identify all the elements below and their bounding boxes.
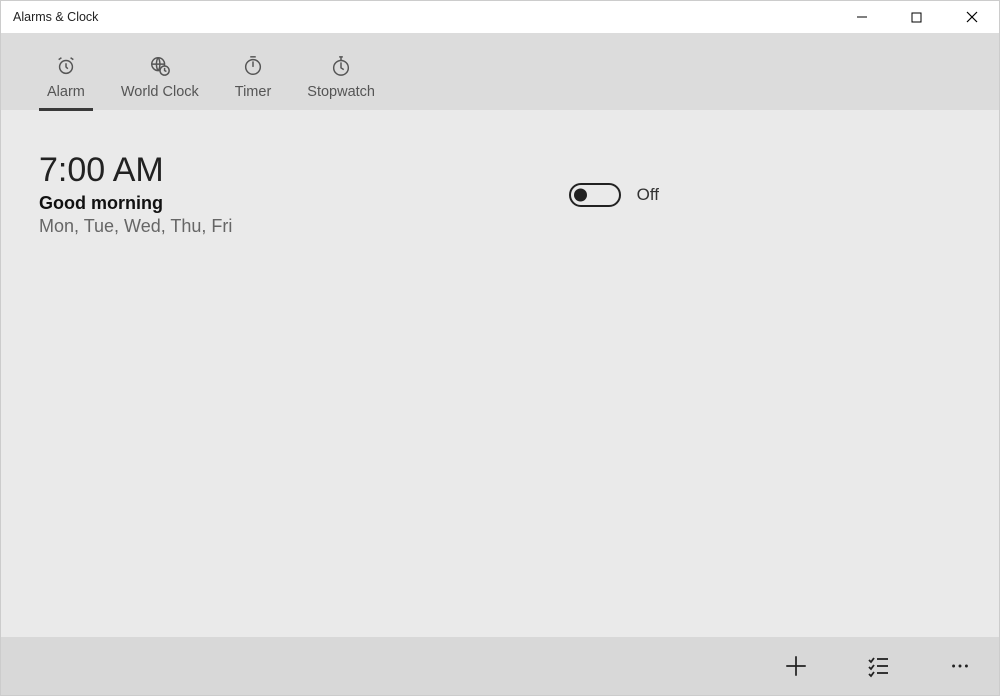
command-bar bbox=[1, 637, 999, 695]
minimize-icon bbox=[856, 11, 868, 23]
alarm-days: Mon, Tue, Wed, Thu, Fri bbox=[39, 216, 232, 237]
stopwatch-icon bbox=[330, 53, 352, 79]
alarm-toggle[interactable] bbox=[569, 183, 621, 207]
plus-icon bbox=[783, 653, 809, 679]
titlebar: Alarms & Clock bbox=[1, 1, 999, 33]
tabbar: Alarm World Clock Timer Stopwatch bbox=[1, 33, 999, 110]
alarm-info: 7:00 AM Good morning Mon, Tue, Wed, Thu,… bbox=[39, 152, 232, 237]
toggle-knob-icon bbox=[574, 188, 587, 201]
close-icon bbox=[966, 11, 978, 23]
maximize-button[interactable] bbox=[889, 1, 944, 33]
globe-clock-icon bbox=[149, 53, 171, 79]
timer-icon bbox=[242, 53, 264, 79]
maximize-icon bbox=[911, 12, 922, 23]
tab-label: Stopwatch bbox=[307, 84, 375, 100]
content-area: 7:00 AM Good morning Mon, Tue, Wed, Thu,… bbox=[1, 110, 999, 637]
app-title: Alarms & Clock bbox=[13, 10, 98, 24]
window-controls bbox=[834, 1, 999, 33]
tab-world-clock[interactable]: World Clock bbox=[103, 40, 217, 110]
tab-label: Timer bbox=[235, 84, 272, 100]
tab-timer[interactable]: Timer bbox=[217, 40, 290, 110]
tab-label: World Clock bbox=[121, 84, 199, 100]
tab-stopwatch[interactable]: Stopwatch bbox=[289, 40, 393, 110]
close-button[interactable] bbox=[944, 1, 999, 33]
toggle-label: Off bbox=[637, 185, 659, 205]
alarm-clock-icon bbox=[55, 53, 77, 79]
alarm-toggle-wrap: Off bbox=[569, 183, 659, 207]
select-alarms-button[interactable] bbox=[861, 649, 895, 683]
checklist-icon bbox=[866, 654, 890, 678]
alarm-time: 7:00 AM bbox=[39, 152, 232, 189]
more-button[interactable] bbox=[943, 649, 977, 683]
tab-label: Alarm bbox=[47, 84, 85, 100]
tab-alarm[interactable]: Alarm bbox=[29, 40, 103, 110]
alarm-name: Good morning bbox=[39, 193, 232, 214]
add-alarm-button[interactable] bbox=[779, 649, 813, 683]
minimize-button[interactable] bbox=[834, 1, 889, 33]
ellipsis-icon bbox=[949, 655, 971, 677]
alarm-item[interactable]: 7:00 AM Good morning Mon, Tue, Wed, Thu,… bbox=[39, 152, 659, 237]
